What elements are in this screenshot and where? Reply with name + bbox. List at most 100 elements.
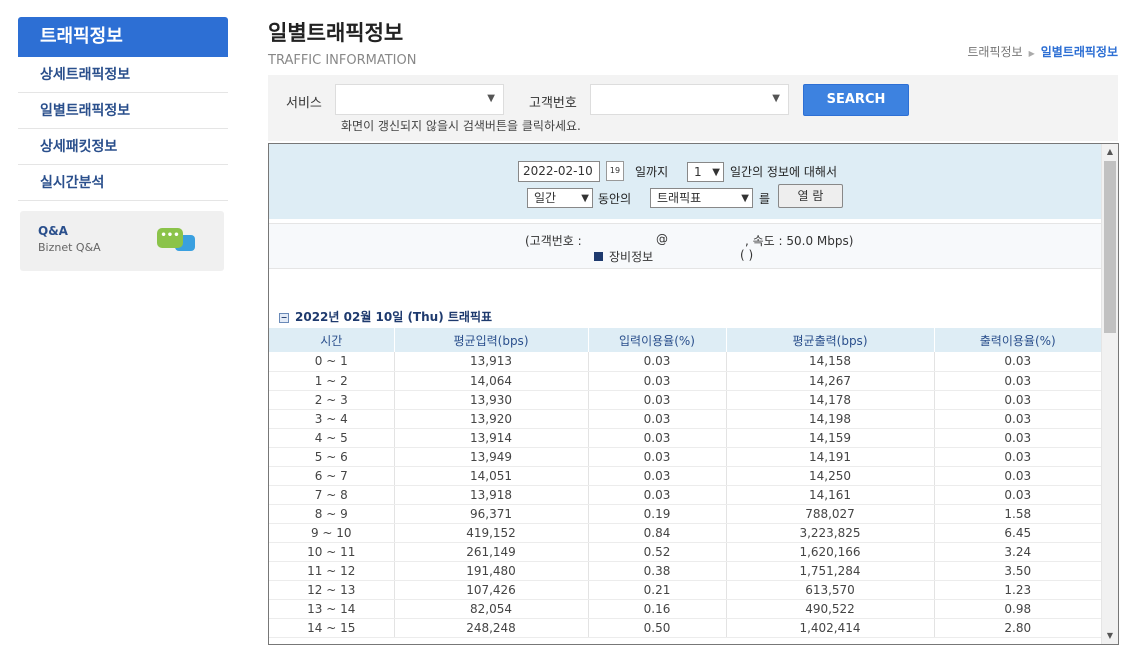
chat-bubbles-icon: ••• [157, 228, 183, 248]
table-row: 10 ~ 11 261,149 0.52 1,620,166 3.24 [269, 542, 1101, 562]
service-select[interactable]: ▼ [335, 84, 504, 115]
table-cell: 14,267 [725, 371, 934, 391]
date-input[interactable]: 2022-02-10 [518, 161, 600, 182]
table-cell: 7 ~ 8 [269, 485, 394, 505]
table-cell: 9 ~ 10 [269, 523, 394, 543]
table-cell: 13,918 [393, 485, 588, 505]
table-cell: 788,027 [725, 504, 934, 524]
table-cell: 0.03 [933, 352, 1101, 372]
period-value: 일간 [534, 191, 557, 205]
table-cell: 5 ~ 6 [269, 447, 394, 467]
device-info-label: 장비정보 [609, 250, 654, 264]
table-cell: 0.19 [587, 504, 726, 524]
view-button[interactable]: 열 람 [778, 184, 843, 208]
table-cell: 1,751,284 [725, 561, 934, 581]
table-cell: 14,178 [725, 390, 934, 410]
table-cell: 3,223,825 [725, 523, 934, 543]
table-cell: 12 ~ 13 [269, 580, 394, 600]
table-cell: 0.03 [933, 371, 1101, 391]
table-row: 1 ~ 2 14,064 0.03 14,267 0.03 [269, 371, 1101, 391]
col-header: 시간 [269, 328, 394, 352]
table-cell: 14,161 [725, 485, 934, 505]
table-cell: 14,250 [725, 466, 934, 486]
chevron-down-icon: ▼ [772, 93, 780, 104]
table-cell: 0.84 [587, 523, 726, 543]
table-row: 11 ~ 12 191,480 0.38 1,751,284 3.50 [269, 561, 1101, 581]
until-text: 일까지 [635, 165, 669, 179]
table-cell: 191,480 [393, 561, 588, 581]
table-cell: 8 ~ 9 [269, 504, 394, 524]
table-cell: 14 ~ 15 [269, 618, 394, 638]
sidebar-item-packet-info[interactable]: 상세패킷정보 [18, 129, 228, 165]
device-info-value: ( ) [740, 248, 754, 262]
table-cell: 13 ~ 14 [269, 599, 394, 619]
table-cell: 10 ~ 11 [269, 542, 394, 562]
table-cell: 14,051 [393, 466, 588, 486]
report-type-select[interactable]: 트래픽표 ▼ [650, 188, 753, 208]
table-row: 2 ~ 3 13,930 0.03 14,178 0.03 [269, 390, 1101, 410]
table-cell: 13,913 [393, 352, 588, 372]
vertical-scrollbar[interactable]: ▲ ▼ [1101, 144, 1118, 644]
sidebar-item-detail-traffic[interactable]: 상세트래픽정보 [18, 57, 228, 93]
search-panel: 서비스 ▼ 고객번호 ▼ SEARCH 화면이 갱신되지 않을시 검색버튼을 클… [268, 75, 1118, 141]
table-cell: 2 ~ 3 [269, 390, 394, 410]
table-cell: 0.03 [587, 466, 726, 486]
table-cell: 14,158 [725, 352, 934, 372]
search-hint: 화면이 갱신되지 않을시 검색버튼을 클릭하세요. [341, 119, 581, 133]
table-cell: 0.03 [587, 485, 726, 505]
table-cell: 0.38 [587, 561, 726, 581]
table-cell: 14,064 [393, 371, 588, 391]
chevron-down-icon: ▼ [712, 167, 720, 178]
table-row: 7 ~ 8 13,918 0.03 14,161 0.03 [269, 485, 1101, 505]
table-cell: 261,149 [393, 542, 588, 562]
scroll-down-icon[interactable]: ▼ [1102, 628, 1118, 644]
square-bullet-icon [594, 252, 603, 261]
sidebar-item-daily-traffic[interactable]: 일별트래픽정보 [18, 93, 228, 129]
collapse-icon[interactable]: − [279, 312, 289, 323]
table-row: 0 ~ 1 13,913 0.03 14,158 0.03 [269, 352, 1101, 372]
search-button[interactable]: SEARCH [803, 84, 909, 116]
table-cell: 3.24 [933, 542, 1101, 562]
table-row: 12 ~ 13 107,426 0.21 613,570 1.23 [269, 580, 1101, 600]
qna-subtitle: Biznet Q&A [38, 241, 101, 254]
table-cell: 13,930 [393, 390, 588, 410]
table-cell: 0.03 [587, 352, 726, 372]
sidebar-title: 트래픽정보 [18, 17, 228, 57]
filter-panel: 2022-02-10 19 일까지 1 ▼ 일간의 정보에 대해서 일간 ▼ 동안의… [269, 144, 1101, 219]
calendar-icon[interactable]: 19 [606, 161, 624, 181]
table-row: 9 ~ 10 419,152 0.84 3,223,825 6.45 [269, 523, 1101, 543]
days-suffix-text: 일간의 정보에 대해서 [730, 165, 837, 179]
report-content: 2022-02-10 19 일까지 1 ▼ 일간의 정보에 대해서 일간 ▼ 동안의… [269, 144, 1101, 638]
sidebar-item-realtime[interactable]: 실시간분석 [18, 165, 228, 201]
col-header: 입력이용율(%) [587, 328, 726, 352]
table-row: 4 ~ 5 13,914 0.03 14,159 0.03 [269, 428, 1101, 448]
info-panel: (고객번호 : @ , 속도 : 50.0 Mbps) 장비정보 ( ) [269, 223, 1101, 269]
customer-select[interactable]: ▼ [590, 84, 789, 115]
scrollbar-thumb[interactable] [1104, 161, 1116, 333]
table-cell: 419,152 [393, 523, 588, 543]
table-cell: 11 ~ 12 [269, 561, 394, 581]
report-frame: 2022-02-10 19 일까지 1 ▼ 일간의 정보에 대해서 일간 ▼ 동안의… [268, 143, 1119, 645]
table-cell: 490,522 [725, 599, 934, 619]
table-cell: 1.23 [933, 580, 1101, 600]
particle-text: 를 [759, 192, 771, 206]
scroll-up-icon[interactable]: ▲ [1102, 144, 1118, 160]
qna-banner[interactable]: Q&A Biznet Q&A ••• [20, 211, 224, 271]
table-cell: 0.03 [587, 390, 726, 410]
table-row: 6 ~ 7 14,051 0.03 14,250 0.03 [269, 466, 1101, 486]
customer-at: @ [656, 232, 668, 246]
table-cell: 0.03 [933, 428, 1101, 448]
table-cell: 613,570 [725, 580, 934, 600]
chevron-down-icon: ▼ [487, 93, 495, 104]
period-select[interactable]: 일간 ▼ [527, 188, 593, 208]
customer-number-label: (고객번호 : [525, 234, 582, 248]
table-cell: 14,198 [725, 409, 934, 429]
breadcrumb-item[interactable]: 트래픽정보 [967, 45, 1022, 59]
table-cell: 248,248 [393, 618, 588, 638]
table-cell: 0.03 [933, 485, 1101, 505]
days-select[interactable]: 1 ▼ [687, 162, 724, 182]
table-cell: 13,920 [393, 409, 588, 429]
table-row: 14 ~ 15 248,248 0.50 1,402,414 2.80 [269, 618, 1101, 638]
col-header: 출력이용율(%) [933, 328, 1101, 352]
page-header: 일별트래픽정보 TRAFFIC INFORMATION 트래픽정보 ▶ 일별트래픽정… [268, 17, 1118, 72]
